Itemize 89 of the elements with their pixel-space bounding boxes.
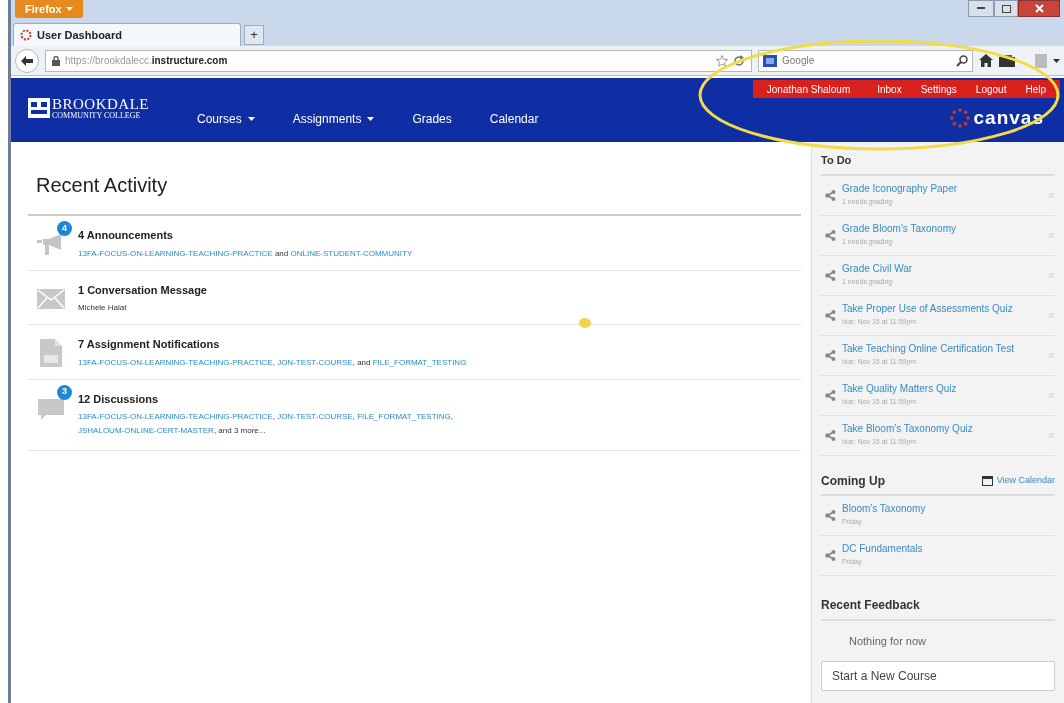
search-icon[interactable] [956, 54, 968, 67]
share-icon [825, 349, 836, 361]
nav-link[interactable]: Calendar [489, 110, 539, 128]
count-badge: 4 [57, 221, 72, 236]
menu-button[interactable]: Firefox [15, 0, 83, 18]
dropdown-caret-icon[interactable] [1053, 58, 1060, 63]
todo-link[interactable]: Take Bloom's Taxonomy Quiz [842, 422, 1042, 435]
todo-link[interactable]: DC Fundamentals [842, 542, 1055, 555]
share-icon [825, 389, 836, 401]
todo-link[interactable]: Take Teaching Online Certification Test [842, 342, 1042, 355]
share-icon [825, 309, 836, 321]
activity-title[interactable]: 1 Conversation Message [78, 281, 207, 298]
user-menu-link[interactable]: Help [1025, 81, 1046, 97]
count-badge: 3 [57, 384, 72, 400]
section-title: Recent Activity [35, 173, 169, 198]
sidebar-heading: Coming Up [821, 472, 885, 490]
course-link[interactable]: ONLINE-STUDENT-COMMUNITY [290, 248, 413, 258]
todo-link[interactable]: Grade Bloom's Taxonomy [842, 222, 1042, 235]
share-icon [825, 189, 836, 201]
calendar-icon [981, 475, 993, 486]
share-icon [825, 229, 836, 241]
activity-details: 13FA-FOCUS-ON-LEARNING-TEACHING-PRACTICE, JON-TEST-COURSE, FILE_FORMAT_TESTING, JSHALOUM-ONLINE-CERT-MASTER, and 3 more... [78, 411, 455, 437]
canvas-favicon-icon [20, 29, 32, 41]
user-menu-link[interactable]: Logout [975, 81, 1007, 97]
browser-tab[interactable]: User Dashboard [13, 23, 241, 46]
search-bar[interactable]: Google [758, 49, 973, 72]
nav-link[interactable]: Courses [197, 110, 255, 128]
activity-title[interactable]: 4 Announcements [78, 227, 413, 244]
lock-icon [52, 55, 60, 66]
course-link[interactable]: JON-TEST-COURSE [277, 412, 353, 421]
document-icon [40, 339, 62, 367]
downloads-icon[interactable] [999, 54, 1015, 67]
address-bar[interactable]: https://brookdalecc.instructure.com [45, 49, 752, 72]
nav-link[interactable]: Assignments [292, 110, 375, 128]
search-engine-icon [763, 54, 777, 67]
canvas-wordmark: canvas [973, 106, 1044, 130]
maximize-icon [1001, 4, 1011, 13]
user-menu-link[interactable]: Inbox [877, 81, 902, 97]
canvas-logo-icon [949, 108, 970, 129]
course-link[interactable]: JSHALOUM-ONLINE-CERT-MASTER [78, 426, 214, 435]
todo-link[interactable]: Take Proper Use of Assessments Quiz [842, 302, 1042, 315]
user-menu-link[interactable]: Settings [920, 81, 957, 97]
share-icon [825, 509, 836, 521]
back-button[interactable] [15, 48, 39, 73]
course-link[interactable]: 13FA-FOCUS-ON-LEARNING-TEACHING-PRACTICE [78, 412, 273, 421]
course-link[interactable]: FILE_FORMAT_TESTING [372, 357, 467, 367]
cursor-highlight [578, 317, 592, 329]
activity-details: Michele Halat [78, 302, 128, 314]
close-icon [1034, 4, 1044, 13]
activity-details: 13FA-FOCUS-ON-LEARNING-TEACHING-PRACTICE and ONLINE-STUDENT-COMMUNITY [78, 247, 413, 260]
todo-link[interactable]: Grade Iconography Paper [842, 182, 1042, 195]
back-arrow-icon [21, 55, 33, 66]
logo-mark-icon [28, 98, 50, 118]
course-link[interactable]: 13FA-FOCUS-ON-LEARNING-TEACHING-PRACTICE [78, 357, 273, 367]
share-icon [825, 269, 836, 281]
envelope-icon [37, 288, 65, 309]
minimize-icon [977, 7, 985, 10]
caret-icon [247, 117, 255, 121]
course-link[interactable]: 13FA-FOCUS-ON-LEARNING-TEACHING-PRACTICE [78, 248, 273, 258]
activity-title[interactable]: 12 Discussions [78, 390, 548, 407]
todo-link[interactable]: Grade Civil War [842, 262, 1042, 275]
new-tab-button[interactable]: + [244, 25, 264, 45]
star-icon[interactable] [716, 54, 728, 67]
share-icon [825, 549, 836, 561]
logo-name: BROOKDALE [52, 96, 149, 112]
search-field[interactable]: Google [782, 53, 951, 68]
course-link[interactable]: FILE_FORMAT_TESTING [357, 412, 451, 421]
reload-icon[interactable] [733, 54, 745, 67]
share-icon [825, 429, 836, 441]
nav-link[interactable]: Grades [412, 110, 452, 128]
sidebar-heading: Recent Feedback [821, 595, 1055, 621]
close-button[interactable] [1018, 0, 1060, 17]
maximize-button[interactable] [994, 0, 1018, 17]
activity-title[interactable]: 7 Assignment Notifications [78, 336, 467, 353]
course-link[interactable]: JON-TEST-COURSE [277, 357, 353, 367]
sidebar-heading: To Do [821, 152, 1055, 176]
caret-icon [367, 117, 375, 121]
logo-subtitle: COMMUNITY COLLEGE [52, 111, 142, 120]
url-text: https://brookdalecc.instructure.com [65, 54, 228, 68]
home-icon[interactable] [979, 54, 993, 67]
user-menu-link[interactable]: Jonathan Shaloum [766, 81, 851, 97]
todo-link[interactable]: Bloom's Taxonomy [842, 502, 1055, 515]
activity-details: 13FA-FOCUS-ON-LEARNING-TEACHING-PRACTICE, JON-TEST-COURSE, and FILE_FORMAT_TESTING [78, 356, 467, 369]
empty-message: Nothing for now [848, 633, 928, 649]
minimize-button[interactable] [968, 0, 994, 17]
caret-icon [65, 7, 73, 11]
view-calendar-link[interactable]: View Calendar [981, 473, 1055, 488]
todo-link[interactable]: Take Quality Matters Quiz [842, 382, 1042, 395]
start-course-button[interactable]: Start a New Course [821, 661, 1055, 691]
